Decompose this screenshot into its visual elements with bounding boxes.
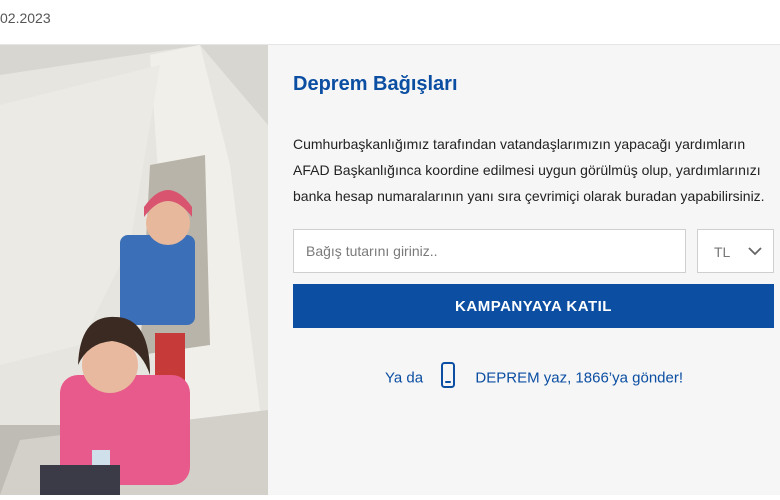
date-text: 02.2023 [0, 10, 51, 26]
donation-card: Deprem Bağışları Cumhurbaşkanlığımız tar… [0, 44, 780, 495]
sms-text: DEPREM yaz, 1866’ya gönder! [475, 369, 684, 387]
donation-amount-input[interactable] [293, 229, 686, 273]
donation-description: Cumhurbaşkanlığımız tarafından vatandaşl… [293, 136, 765, 204]
top-strip: 02.2023 [0, 0, 780, 44]
sms-donation-line: Ya da DEPREM yaz, 1866’ya gönder! [268, 362, 780, 391]
currency-selected: TL [714, 244, 731, 260]
donation-content: Deprem Bağışları Cumhurbaşkanlığımız tar… [268, 45, 780, 495]
mobile-phone-icon [441, 362, 456, 388]
chevron-down-icon [747, 243, 763, 259]
campaign-photo [0, 45, 268, 495]
sms-prefix: Ya da [384, 369, 424, 387]
join-campaign-button[interactable]: KAMPANYAYA KATIL [293, 284, 774, 328]
donation-title: Deprem Bağışları [293, 73, 458, 95]
currency-select[interactable]: TL [697, 229, 774, 273]
